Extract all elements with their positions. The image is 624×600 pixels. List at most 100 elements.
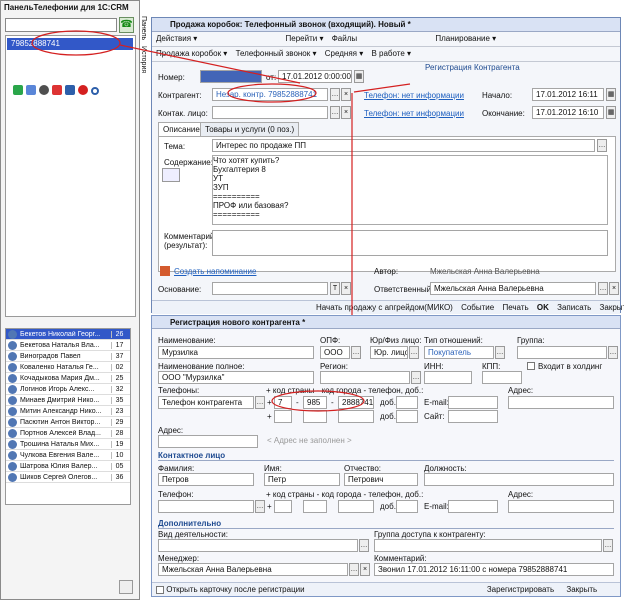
phone-type-field[interactable]: Телефон контрагента	[158, 396, 254, 409]
contact-phone-country[interactable]	[274, 500, 292, 513]
responsible-clear-button[interactable]: ×	[609, 282, 619, 295]
card-icon[interactable]	[65, 85, 75, 95]
date-field[interactable]: 17.01.2012 0:00:00	[278, 70, 352, 83]
comment-field-2[interactable]: Звонил 17.01.2012 16:11:00 с номера 7985…	[374, 563, 614, 576]
record-icon[interactable]	[78, 85, 88, 95]
start-field[interactable]: 17.01.2012 16:11	[532, 88, 604, 101]
phone-number-field[interactable]: 2888741	[338, 396, 374, 409]
goto-menu[interactable]: Перейти ▾	[286, 34, 324, 43]
event-button[interactable]: Событие	[461, 303, 494, 312]
settings-icon[interactable]	[119, 580, 133, 594]
contact-phone-select-button[interactable]: …	[255, 500, 265, 513]
contact-select-button[interactable]: …	[330, 106, 340, 119]
contact-row[interactable]: Логинов Игорь Алекс... 32	[6, 384, 130, 395]
contact-email-field[interactable]	[448, 500, 498, 513]
planning-menu[interactable]: Планирование ▾	[435, 34, 496, 43]
answer-icon[interactable]	[13, 85, 23, 95]
kpp-field[interactable]	[482, 371, 522, 384]
hangup-icon[interactable]	[52, 85, 62, 95]
process-menu[interactable]: Продажа коробок ▾	[156, 49, 227, 58]
group-field[interactable]	[517, 346, 607, 359]
phone-info-link[interactable]: Телефон: нет информации	[364, 91, 464, 100]
save-button[interactable]: Записать	[557, 303, 591, 312]
stop-icon[interactable]	[39, 85, 49, 95]
topic-select-button[interactable]: …	[597, 139, 607, 152]
contact-address-field[interactable]	[508, 500, 614, 513]
tab-description[interactable]: Описание	[158, 122, 205, 136]
contact-row[interactable]: Трошина Наталья Мих... 19	[6, 439, 130, 450]
contact-row[interactable]: Митин Александр Нико... 23	[6, 406, 130, 417]
group-select-button[interactable]: …	[608, 346, 618, 359]
legal-type-select-button[interactable]: …	[409, 346, 419, 359]
tab-history[interactable]: История	[140, 46, 147, 73]
manager-field[interactable]: Мжельская Анна Валерьевна	[158, 563, 348, 576]
calendar-icon-2[interactable]: ▦	[606, 106, 616, 119]
priority-menu[interactable]: Средняя ▾	[325, 49, 364, 58]
register-button[interactable]: Зарегистрировать	[487, 585, 554, 594]
activity-field[interactable]	[158, 539, 358, 552]
phone-type-select-button[interactable]: …	[255, 396, 265, 409]
status-menu[interactable]: В работе ▾	[371, 49, 411, 58]
open-card-checkbox[interactable]	[156, 585, 164, 594]
region-select-button[interactable]: …	[411, 371, 421, 384]
files-button[interactable]: Файлы	[332, 34, 357, 43]
site-field[interactable]	[448, 410, 498, 423]
relationship-select-button[interactable]: …	[495, 346, 505, 359]
phone-info-link-2[interactable]: Телефон: нет информации	[364, 109, 464, 118]
comment-field[interactable]	[212, 230, 608, 256]
contact-field[interactable]	[212, 106, 328, 119]
clear-button[interactable]: ×	[341, 88, 351, 101]
topic-field[interactable]: Интерес по продаже ПП	[212, 139, 595, 152]
call-button[interactable]: ☎	[119, 17, 134, 33]
name-field[interactable]: Мурзилка	[158, 346, 314, 359]
print-button[interactable]: Печать	[502, 303, 528, 312]
calendar-button[interactable]: ▦	[354, 70, 364, 83]
contact-row[interactable]: Кочадыкова Мария Дм... 25	[6, 373, 130, 384]
responsible-field[interactable]: Мжельская Анна Валерьевна	[430, 282, 596, 295]
contact-phone-type[interactable]	[158, 500, 254, 513]
active-call-item[interactable]: 79852888741	[7, 38, 133, 50]
counterparty-field[interactable]: Незар. контр. 79852888741	[212, 88, 328, 101]
create-reminder-link[interactable]: Создать напоминание	[174, 267, 256, 276]
responsible-select-button[interactable]: …	[598, 282, 608, 295]
opf-field[interactable]: ООО	[320, 346, 350, 359]
call-type-menu[interactable]: Телефонный звонок ▾	[236, 49, 317, 58]
contact-row[interactable]: Портнов Алексей Влад... 28	[6, 428, 130, 439]
copy-icon[interactable]	[162, 168, 180, 182]
basis-clear-button[interactable]: ×	[341, 282, 351, 295]
email-field[interactable]	[448, 396, 498, 409]
region-field[interactable]	[320, 371, 410, 384]
full-name-field[interactable]: ООО "Мурзилка"	[158, 371, 314, 384]
relationship-field[interactable]: Покупатель	[424, 346, 494, 359]
actions-menu[interactable]: Действия ▾	[156, 34, 197, 43]
phone-city-field[interactable]: 985	[303, 396, 327, 409]
last-name-field[interactable]: Петров	[158, 473, 254, 486]
contact-phone-city[interactable]	[303, 500, 327, 513]
tab-goods[interactable]: Товары и услуги (0 поз.)	[200, 122, 300, 136]
tab-panel[interactable]: Панель	[140, 16, 147, 40]
extension2-field[interactable]	[396, 410, 418, 423]
legal-type-field[interactable]: Юр. лицо	[370, 346, 408, 359]
basis-type-button[interactable]: T	[330, 282, 340, 295]
search-icon[interactable]	[91, 87, 99, 95]
opf-select-button[interactable]: …	[351, 346, 361, 359]
registration-close-button[interactable]: Закрыть	[566, 585, 597, 594]
manager-clear-button[interactable]: ×	[360, 563, 370, 576]
contact-phone-number[interactable]	[338, 500, 374, 513]
access-group-field[interactable]	[374, 539, 602, 552]
contact-extension-field[interactable]	[396, 500, 418, 513]
contact-row[interactable]: Виноградов Павел 37	[6, 351, 130, 362]
contact-clear-button[interactable]: ×	[341, 106, 351, 119]
end-field[interactable]: 17.01.2012 16:10	[532, 106, 604, 119]
holding-checkbox[interactable]	[527, 362, 535, 370]
contact-row[interactable]: Шатрова Юлия Валер... 05	[6, 461, 130, 472]
content-area[interactable]: Что хотят купить? Бухгалтерия 8 УТ ЗУП =…	[212, 155, 608, 225]
contact-row[interactable]: Пасютин Антон Виктор... 29	[6, 417, 130, 428]
transfer-icon[interactable]	[26, 85, 36, 95]
extension-field[interactable]	[396, 396, 418, 409]
activity-select-button[interactable]: …	[359, 539, 369, 552]
address2-field[interactable]	[158, 435, 258, 448]
contact-row[interactable]: Бекетов Николай Георг... 26	[6, 329, 130, 340]
start-sale-button[interactable]: Начать продажу с апгрейдом(МИКО)	[316, 303, 453, 312]
contact-row[interactable]: Минаев Дмитрий Нико... 35	[6, 395, 130, 406]
